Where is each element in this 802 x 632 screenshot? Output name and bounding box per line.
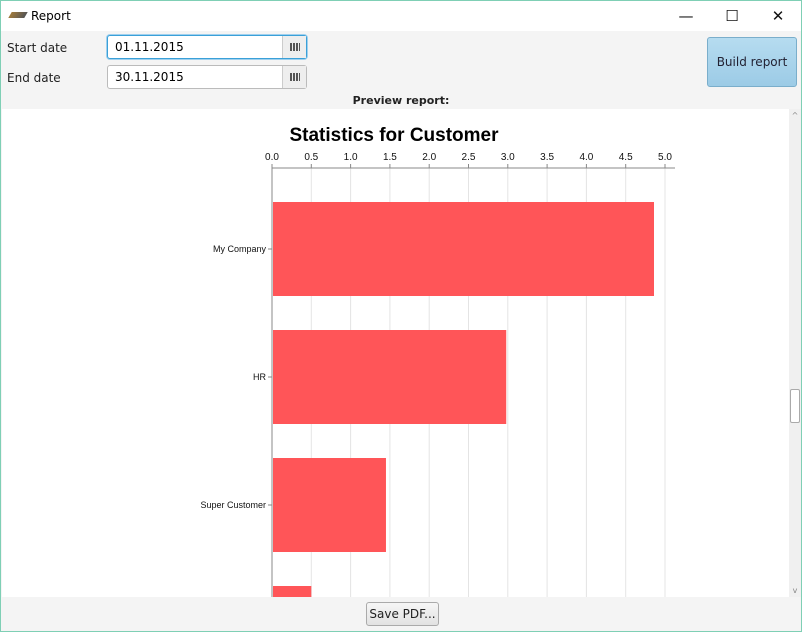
- category-label: Super Customer: [200, 500, 266, 510]
- start-date-picker: [107, 35, 307, 59]
- bar: [273, 202, 654, 296]
- x-tick-label: 0.5: [304, 152, 318, 163]
- x-tick-label: 4.5: [619, 152, 633, 163]
- report-preview: Statistics for Customer 0.0 0.5 1.0 1.5 2.0 2…: [2, 109, 789, 597]
- start-date-label: Start date: [7, 41, 68, 55]
- scroll-down-icon[interactable]: v: [789, 586, 801, 595]
- category-label: My Company: [213, 244, 267, 254]
- bar: [273, 458, 386, 552]
- calendar-icon[interactable]: [282, 36, 306, 58]
- x-tick-label: 2.5: [462, 152, 476, 163]
- end-date-input[interactable]: [108, 66, 282, 88]
- end-date-picker: [107, 65, 307, 89]
- x-tick-label: 0.0: [265, 152, 279, 163]
- scrollbar-thumb[interactable]: [790, 389, 800, 423]
- preview-label: Preview report:: [352, 94, 450, 107]
- minimize-button[interactable]: —: [663, 1, 709, 31]
- title-bar: Report — ☐ ✕: [1, 1, 801, 31]
- x-tick-label: 5.0: [658, 152, 672, 163]
- x-tick-label: 3.0: [501, 152, 515, 163]
- bar: [273, 586, 312, 597]
- category-label: HR: [253, 372, 266, 382]
- calendar-icon[interactable]: [282, 66, 306, 88]
- save-pdf-button[interactable]: Save PDF...: [366, 602, 439, 626]
- x-tick-label: 3.5: [540, 152, 554, 163]
- bar-chart: Statistics for Customer 0.0 0.5 1.0 1.5 2.0 2…: [200, 125, 675, 597]
- chart-title: Statistics for Customer: [289, 125, 499, 146]
- x-tick-label: 1.0: [344, 152, 358, 163]
- app-icon: [8, 12, 28, 18]
- end-date-label: End date: [7, 71, 61, 85]
- x-tick-label: 2.0: [422, 152, 436, 163]
- window-title: Report: [31, 9, 71, 23]
- start-date-input[interactable]: [108, 36, 282, 58]
- x-tick-label: 1.5: [383, 152, 397, 163]
- x-tick-label: 4.0: [579, 152, 593, 163]
- maximize-button[interactable]: ☐: [709, 1, 755, 31]
- build-report-button[interactable]: Build report: [707, 37, 797, 87]
- close-button[interactable]: ✕: [755, 1, 801, 31]
- bar: [273, 330, 507, 424]
- vertical-scrollbar[interactable]: ^ v: [789, 109, 801, 597]
- report-window: Report — ☐ ✕ Start date End date Build r…: [0, 0, 802, 632]
- scroll-up-icon[interactable]: ^: [789, 111, 801, 120]
- footer-bar: Save PDF...: [1, 597, 801, 631]
